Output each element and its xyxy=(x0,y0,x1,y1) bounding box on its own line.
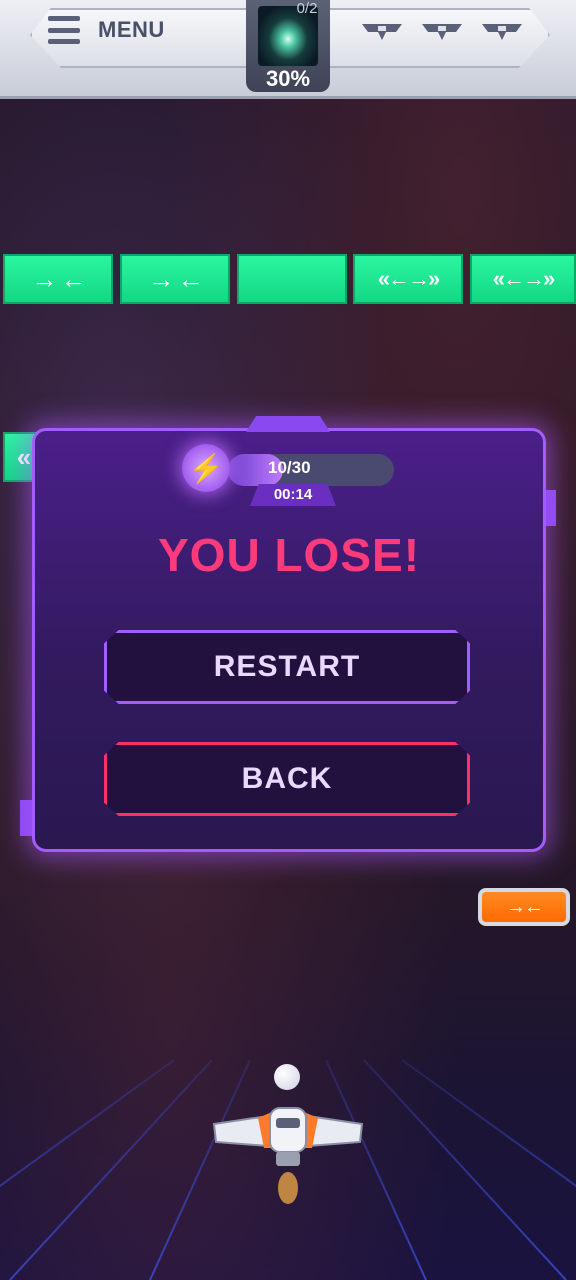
dialog-top-tab xyxy=(246,416,330,432)
brick-arrow-in: → ← xyxy=(120,254,230,304)
life-ship-icon xyxy=(420,20,464,42)
paddle-ship[interactable] xyxy=(212,1102,364,1206)
top-bar: MENU 0/2 30% xyxy=(0,0,576,99)
energy-progress-bar xyxy=(228,454,394,486)
restart-button[interactable]: RESTART xyxy=(104,630,470,704)
life-ship-icon xyxy=(360,20,404,42)
brick-arrow-out: «←→» xyxy=(353,254,463,304)
ball xyxy=(274,1064,300,1090)
game-screen: MENU 0/2 30% → ← → ← «←→» «←→» « →← ⚡ 10… xyxy=(0,0,576,1280)
brick-arrow-in: → ← xyxy=(3,254,113,304)
level-progress-percent: 30% xyxy=(265,66,311,91)
timer-label: 00:14 xyxy=(250,484,336,506)
back-button[interactable]: BACK xyxy=(104,742,470,816)
brick-plain xyxy=(237,254,347,304)
powerup-capsule: →← xyxy=(478,888,570,926)
energy-progress-text: 10/30 xyxy=(268,458,311,477)
level-counter: 0/2 xyxy=(296,0,318,17)
brick-arrow-out: «←→» xyxy=(470,254,576,304)
hamburger-icon xyxy=(48,16,80,44)
life-ship-icon xyxy=(480,20,524,42)
lives-indicator xyxy=(360,20,524,42)
result-title: YOU LOSE! xyxy=(157,529,421,581)
lightning-icon: ⚡ xyxy=(182,444,230,492)
modal-side-tab xyxy=(20,800,32,836)
menu-button[interactable]: MENU xyxy=(48,16,165,44)
menu-label: MENU xyxy=(98,17,165,42)
